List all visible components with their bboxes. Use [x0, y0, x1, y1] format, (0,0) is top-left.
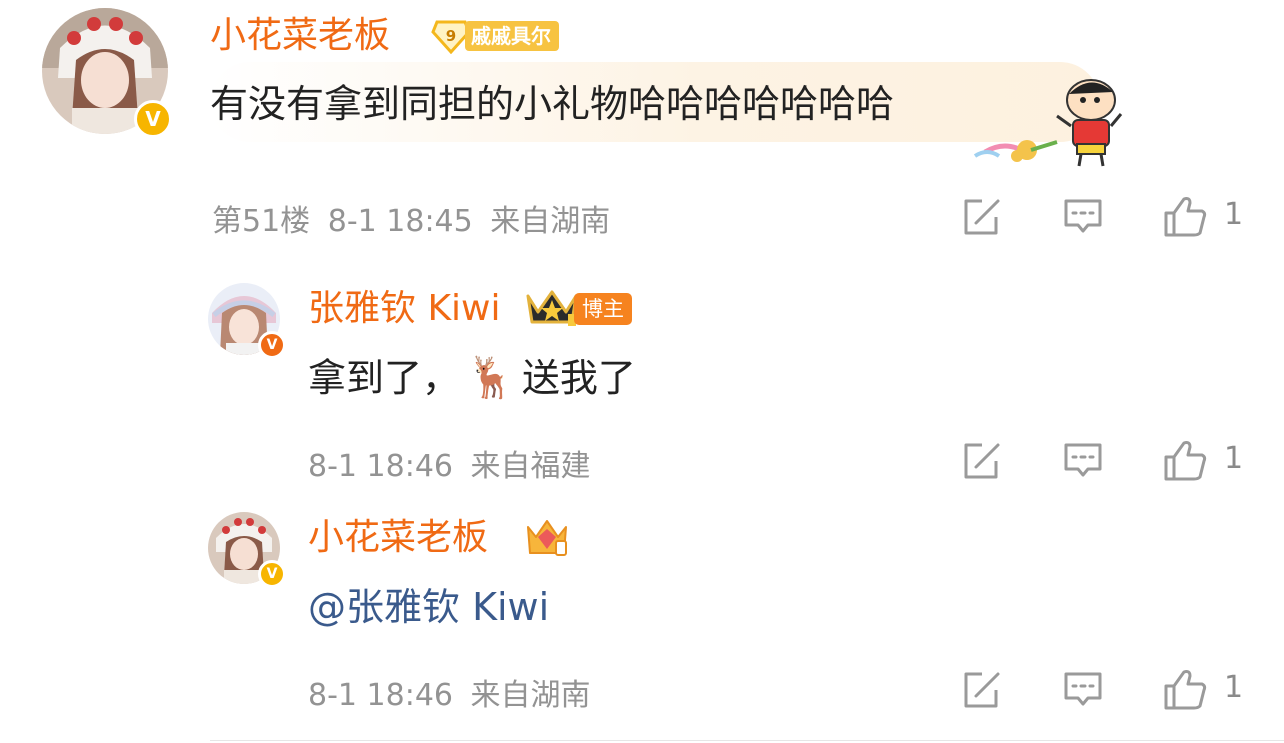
- comment-text: 拿到了， 🦌 送我了: [308, 352, 636, 404]
- reply-button[interactable]: [1060, 669, 1106, 711]
- sticker-icon: [973, 79, 1123, 167]
- text-segment: 拿到了，: [308, 356, 461, 400]
- comment-meta: 8-1 18:46 来自湖南: [308, 670, 591, 714]
- username[interactable]: 小花菜老板: [210, 12, 390, 60]
- verified-icon: V: [134, 100, 172, 138]
- comment-meta: 8-1 18:46 来自福建: [308, 441, 591, 485]
- share-button[interactable]: [958, 196, 1004, 238]
- timestamp: 8-1 18:45: [327, 204, 473, 239]
- share-button[interactable]: [958, 440, 1004, 482]
- reply-button[interactable]: [1060, 440, 1106, 482]
- avatar[interactable]: V: [42, 8, 172, 138]
- avatar[interactable]: V: [208, 283, 286, 359]
- location: 来自福建: [470, 449, 591, 484]
- comment-text: @张雅钦 Kiwi: [308, 581, 549, 633]
- like-count: 1: [1224, 441, 1244, 476]
- avatar[interactable]: V: [208, 512, 286, 588]
- timestamp: 8-1 18:46: [308, 678, 453, 713]
- share-button[interactable]: [958, 669, 1004, 711]
- text-segment: 送我了: [521, 356, 636, 400]
- username[interactable]: 小花菜老板: [308, 514, 488, 562]
- comment-meta: 第51楼 8-1 18:45 来自湖南: [212, 196, 610, 240]
- like-icon: [1164, 441, 1207, 481]
- comment-icon: [1064, 443, 1102, 477]
- share-icon: [964, 443, 1000, 479]
- divider: [210, 740, 1284, 741]
- like-button[interactable]: [1160, 194, 1210, 240]
- host-badge: 博主: [574, 293, 632, 325]
- svg-text:9: 9: [446, 27, 456, 45]
- deer-emoji: 🦌: [466, 355, 516, 401]
- like-icon: [1164, 670, 1207, 710]
- location: 来自湖南: [490, 204, 611, 239]
- like-button[interactable]: [1160, 667, 1210, 713]
- floor-number: 第51楼: [212, 204, 311, 239]
- reply-button[interactable]: [1060, 196, 1106, 238]
- mention-link[interactable]: @张雅钦 Kiwi: [308, 585, 549, 629]
- crown-icon: [527, 520, 567, 556]
- like-icon: [1164, 197, 1207, 237]
- comment-icon: [1064, 672, 1102, 706]
- verified-icon: V: [258, 331, 286, 359]
- verified-icon: V: [258, 560, 286, 588]
- like-count: 1: [1224, 197, 1244, 232]
- comment-text: 有没有拿到同担的小礼物哈哈哈哈哈哈哈: [210, 82, 895, 126]
- username[interactable]: 张雅钦 Kiwi: [308, 285, 501, 333]
- timestamp: 8-1 18:46: [308, 449, 453, 484]
- fan-badge[interactable]: 9 戚戚具尔: [431, 18, 559, 54]
- comment-icon: [1064, 199, 1102, 233]
- like-count: 1: [1224, 670, 1244, 705]
- like-button[interactable]: [1160, 438, 1210, 484]
- comment-thread: V 小花菜老板 9 戚戚具尔 有没有拿到同担的小礼物哈哈哈哈哈哈哈 第51楼 8…: [0, 0, 1284, 743]
- share-icon: [964, 199, 1000, 235]
- location: 来自湖南: [470, 678, 591, 713]
- crown-icon: [526, 290, 578, 326]
- share-icon: [964, 672, 1000, 708]
- fan-badge-label: 戚戚具尔: [465, 21, 559, 51]
